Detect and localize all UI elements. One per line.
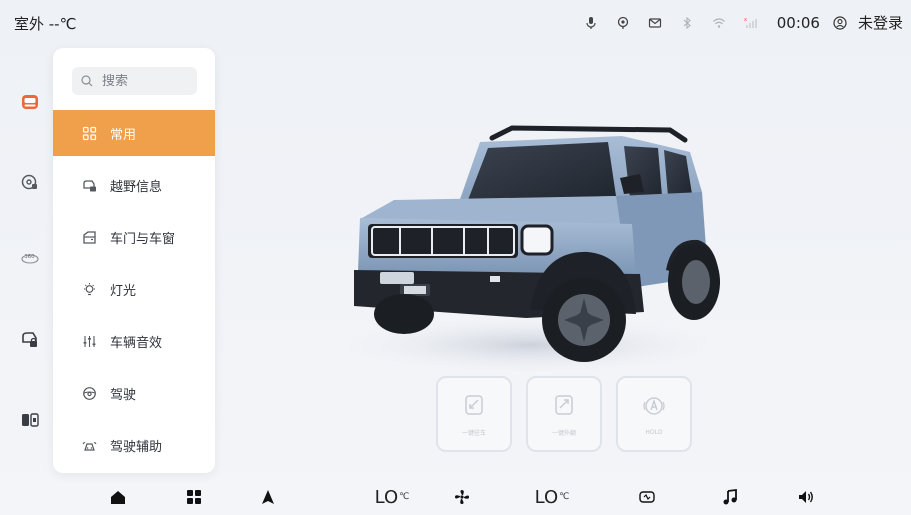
steering-wheel-icon bbox=[80, 384, 98, 402]
menu-item-offroad-info[interactable]: 越野信息 bbox=[53, 159, 215, 211]
one-key-park-button[interactable]: 一键驻车 bbox=[436, 376, 512, 452]
vehicle-settings-icon[interactable] bbox=[16, 88, 44, 116]
equalizer-icon bbox=[80, 332, 98, 350]
search-icon bbox=[81, 75, 93, 87]
search-input[interactable] bbox=[102, 73, 192, 89]
auto-hold-button[interactable]: HOLD bbox=[616, 376, 692, 452]
menu-list: 常用 越野信息 车门与车窗 灯光 车辆音效 驾驶 驾驶辅助 bbox=[53, 110, 215, 471]
menu-item-common[interactable]: 常用 bbox=[53, 110, 215, 156]
location-icon[interactable] bbox=[611, 13, 635, 33]
driver-temp-value: LO bbox=[374, 486, 399, 508]
wifi-icon[interactable] bbox=[707, 13, 731, 33]
status-icons: x 00:06 未登录 bbox=[571, 12, 903, 33]
camera-360-icon[interactable]: 360 bbox=[16, 244, 44, 272]
left-rail: 360 bbox=[0, 60, 56, 460]
offroad-info-icon bbox=[80, 176, 98, 194]
menu-item-label: 越野信息 bbox=[110, 179, 163, 195]
camera-360-label: 360 bbox=[24, 254, 35, 260]
door-window-icon bbox=[80, 228, 98, 246]
menu-item-label: 车辆音效 bbox=[110, 335, 163, 351]
login-status[interactable]: 未登录 bbox=[858, 12, 903, 33]
cellular-signal-icon: x bbox=[739, 13, 763, 33]
svg-text:x: x bbox=[744, 17, 747, 23]
split-screen-icon[interactable] bbox=[16, 406, 44, 434]
quick-actions: 一键驻车 一键外翻 HOLD bbox=[436, 376, 692, 452]
vehicle-3d-view[interactable] bbox=[340, 100, 730, 380]
suv-illustration bbox=[345, 125, 720, 373]
menu-item-doors-windows[interactable]: 车门与车窗 bbox=[53, 211, 215, 263]
menu-item-label: 驾驶 bbox=[110, 387, 137, 403]
volume-icon[interactable] bbox=[794, 486, 818, 508]
one-key-fold-label: 一键外翻 bbox=[551, 429, 576, 437]
passenger-temp-unit: ℃ bbox=[559, 492, 570, 502]
bottom-dock: LO ℃ LO ℃ bbox=[0, 478, 911, 515]
settings-menu-panel: 常用 越野信息 车门与车窗 灯光 车辆音效 bbox=[53, 48, 215, 473]
driver-temp-unit: ℃ bbox=[399, 492, 410, 502]
one-key-park-icon bbox=[465, 394, 483, 415]
door-lock-icon[interactable] bbox=[16, 326, 44, 354]
auto-hold-icon bbox=[643, 396, 665, 415]
music-icon[interactable] bbox=[720, 486, 740, 508]
offroad-icon[interactable] bbox=[16, 168, 44, 196]
menu-item-lights[interactable]: 灯光 bbox=[53, 263, 215, 315]
menu-item-label: 常用 bbox=[110, 127, 137, 143]
bluetooth-icon[interactable] bbox=[675, 13, 699, 33]
status-bar: 室外 --℃ x 00:06 未登录 bbox=[0, 0, 911, 44]
home-icon[interactable] bbox=[108, 486, 128, 508]
apps-icon[interactable] bbox=[184, 486, 204, 508]
one-key-park-label: 一键驻车 bbox=[461, 429, 486, 437]
outside-temperature: 室外 --℃ bbox=[14, 15, 77, 33]
grid-icon bbox=[80, 124, 98, 142]
one-key-fold-icon bbox=[555, 394, 573, 415]
message-icon[interactable] bbox=[643, 13, 667, 33]
user-icon[interactable] bbox=[828, 13, 852, 33]
menu-item-vehicle-sound[interactable]: 车辆音效 bbox=[53, 315, 215, 367]
driving-assist-icon bbox=[80, 436, 98, 454]
clock: 00:06 bbox=[776, 13, 820, 32]
driver-temperature[interactable]: LO ℃ bbox=[368, 486, 416, 508]
menu-item-driving[interactable]: 驾驶 bbox=[53, 367, 215, 419]
passenger-temperature[interactable]: LO ℃ bbox=[528, 486, 576, 508]
seat-icon[interactable] bbox=[636, 486, 658, 508]
menu-item-label: 车门与车窗 bbox=[110, 231, 176, 247]
mic-icon[interactable] bbox=[579, 13, 603, 33]
menu-item-label: 驾驶辅助 bbox=[110, 439, 163, 455]
one-key-fold-button[interactable]: 一键外翻 bbox=[526, 376, 602, 452]
fan-icon[interactable] bbox=[452, 486, 472, 508]
navigation-icon[interactable] bbox=[258, 486, 278, 508]
auto-hold-label: HOLD bbox=[645, 428, 663, 436]
search-box[interactable] bbox=[72, 67, 197, 95]
menu-item-label: 灯光 bbox=[110, 283, 137, 299]
light-icon bbox=[80, 280, 98, 298]
passenger-temp-value: LO bbox=[534, 486, 559, 508]
menu-item-driving-assist[interactable]: 驾驶辅助 bbox=[53, 419, 215, 471]
